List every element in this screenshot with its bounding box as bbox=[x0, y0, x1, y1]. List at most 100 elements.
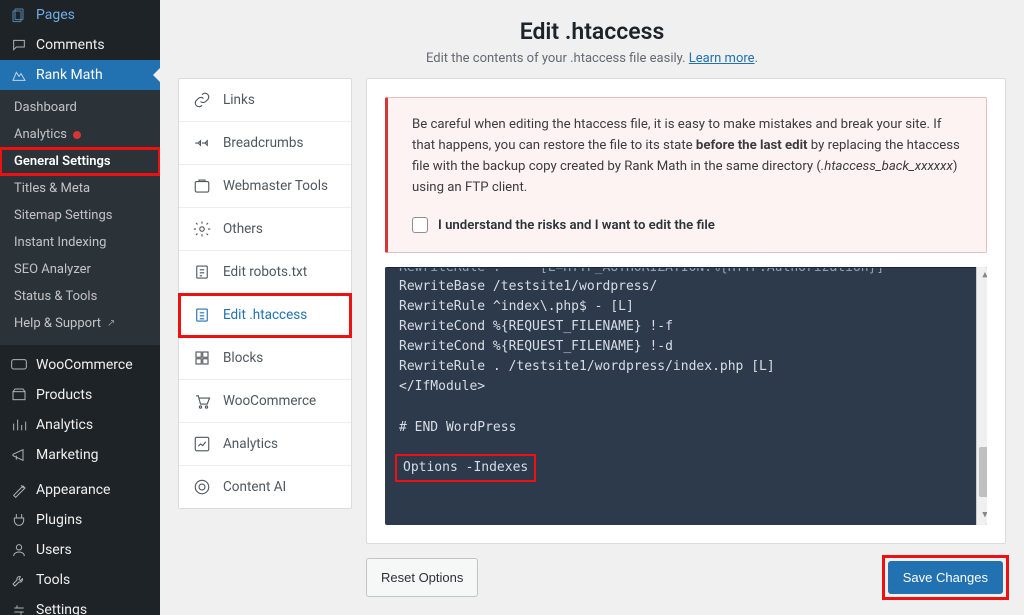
menu-woocommerce[interactable]: WooCommerce bbox=[0, 350, 160, 380]
tab-others[interactable]: Others bbox=[179, 208, 351, 251]
submenu-instant-indexing[interactable]: Instant Indexing bbox=[0, 229, 160, 256]
analytics-icon bbox=[10, 417, 28, 433]
analytics-tab-icon bbox=[193, 435, 211, 453]
footer-actions: Reset Options Save Changes bbox=[366, 544, 1006, 597]
menu-label: Products bbox=[36, 387, 92, 403]
tab-woocommerce[interactable]: WooCommerce bbox=[179, 380, 351, 423]
consent-checkbox[interactable] bbox=[412, 217, 428, 233]
tab-breadcrumbs[interactable]: Breadcrumbs bbox=[179, 122, 351, 165]
settings-tabs: Links Breadcrumbs Webmaster Tools Others… bbox=[178, 78, 352, 509]
textarea-scrollbar[interactable]: ▲▼ bbox=[976, 267, 987, 525]
page-title: Edit .htaccess bbox=[180, 18, 1004, 45]
save-changes-button[interactable]: Save Changes bbox=[888, 561, 1003, 594]
page-subtitle: Edit the contents of your .htaccess file… bbox=[180, 51, 1004, 66]
menu-products[interactable]: Products bbox=[0, 380, 160, 410]
scrollbar-thumb[interactable] bbox=[979, 447, 987, 497]
submenu-label: Dashboard bbox=[14, 100, 77, 115]
menu-rank-math[interactable]: Rank Math bbox=[0, 60, 160, 90]
menu-marketing[interactable]: Marketing bbox=[0, 440, 160, 470]
notification-dot bbox=[73, 131, 81, 139]
submenu-general-settings[interactable]: General Settings bbox=[0, 148, 160, 175]
submenu-dashboard[interactable]: Dashboard bbox=[0, 94, 160, 121]
reset-options-button[interactable]: Reset Options bbox=[366, 558, 478, 597]
subtitle-text: Edit the contents of your .htaccess file… bbox=[426, 51, 689, 66]
external-link-icon: ↗ bbox=[107, 318, 115, 329]
content-ai-icon bbox=[193, 478, 211, 496]
webmaster-icon bbox=[193, 177, 211, 195]
submenu-label: Help & Support bbox=[14, 316, 101, 331]
pages-icon bbox=[10, 7, 28, 23]
scroll-up-arrow[interactable]: ▲ bbox=[977, 269, 987, 283]
links-icon bbox=[193, 91, 211, 109]
tab-analytics[interactable]: Analytics bbox=[179, 423, 351, 466]
tab-edit-robots[interactable]: Edit robots.txt bbox=[179, 251, 351, 294]
menu-settings[interactable]: Settings bbox=[0, 595, 160, 615]
tab-label: Analytics bbox=[223, 436, 278, 452]
tab-label: Content AI bbox=[223, 479, 286, 495]
appearance-icon bbox=[10, 482, 28, 498]
consent-label[interactable]: I understand the risks and I want to edi… bbox=[438, 215, 715, 236]
scroll-down-arrow[interactable]: ▼ bbox=[977, 509, 987, 523]
tab-label: Webmaster Tools bbox=[223, 178, 328, 194]
menu-users[interactable]: Users bbox=[0, 535, 160, 565]
code-line: RewriteCond %{REQUEST_FILENAME} !-d bbox=[399, 339, 673, 354]
learn-more-link[interactable]: Learn more bbox=[689, 51, 755, 66]
tab-label: Others bbox=[223, 221, 263, 237]
tab-edit-htaccess[interactable]: Edit .htaccess bbox=[179, 294, 351, 337]
tab-content-ai[interactable]: Content AI bbox=[179, 466, 351, 508]
menu-analytics[interactable]: Analytics bbox=[0, 410, 160, 440]
menu-pages[interactable]: Pages bbox=[0, 0, 160, 30]
submenu-titles-meta[interactable]: Titles & Meta bbox=[0, 175, 160, 202]
menu-label: WooCommerce bbox=[36, 357, 133, 373]
menu-plugins[interactable]: Plugins bbox=[0, 505, 160, 535]
menu-label: Comments bbox=[36, 37, 105, 53]
submenu-label: SEO Analyzer bbox=[14, 262, 91, 277]
tab-blocks[interactable]: Blocks bbox=[179, 337, 351, 380]
subtitle-text: . bbox=[755, 51, 758, 66]
code-line: RewriteRule . - [L=HTTP_AUTHORIZATION:%{… bbox=[399, 267, 884, 275]
submenu-label: Status & Tools bbox=[14, 289, 97, 304]
rank-math-icon bbox=[10, 67, 28, 83]
tab-label: Blocks bbox=[223, 350, 263, 366]
rank-math-submenu: Dashboard Analytics General Settings Tit… bbox=[0, 90, 160, 345]
submenu-label: Instant Indexing bbox=[14, 235, 106, 250]
submenu-status-tools[interactable]: Status & Tools bbox=[0, 283, 160, 310]
tab-label: Links bbox=[223, 92, 255, 108]
products-icon bbox=[10, 387, 28, 403]
tab-label: Edit robots.txt bbox=[223, 264, 307, 280]
menu-appearance[interactable]: Appearance bbox=[0, 475, 160, 505]
code-line-highlighted: Options -Indexes bbox=[399, 458, 532, 478]
htaccess-icon bbox=[193, 306, 211, 324]
save-highlight: Save Changes bbox=[885, 558, 1006, 597]
submenu-sitemap-settings[interactable]: Sitemap Settings bbox=[0, 202, 160, 229]
settings-icon bbox=[10, 602, 28, 615]
blocks-icon bbox=[193, 349, 211, 367]
menu-label: Tools bbox=[36, 572, 70, 588]
submenu-seo-analyzer[interactable]: SEO Analyzer bbox=[0, 256, 160, 283]
code-line: RewriteCond %{REQUEST_FILENAME} !-f bbox=[399, 319, 673, 334]
tab-label: WooCommerce bbox=[223, 393, 316, 409]
tab-webmaster-tools[interactable]: Webmaster Tools bbox=[179, 165, 351, 208]
htaccess-editor-card: Be careful when editing the htaccess fil… bbox=[366, 78, 1006, 544]
main-content: Edit .htaccess Edit the contents of your… bbox=[160, 0, 1024, 615]
settings-panel: Be careful when editing the htaccess fil… bbox=[366, 78, 1006, 597]
submenu-help-support[interactable]: Help & Support ↗ bbox=[0, 310, 160, 337]
warning-box: Be careful when editing the htaccess fil… bbox=[385, 97, 987, 253]
menu-label: Settings bbox=[36, 602, 87, 615]
cart-icon bbox=[193, 392, 211, 410]
comments-icon bbox=[10, 37, 28, 53]
robots-icon bbox=[193, 263, 211, 281]
submenu-label: Sitemap Settings bbox=[14, 208, 113, 223]
page-header: Edit .htaccess Edit the contents of your… bbox=[160, 0, 1024, 78]
menu-tools[interactable]: Tools bbox=[0, 565, 160, 595]
code-line: RewriteRule . /testsite1/wordpress/index… bbox=[399, 359, 775, 374]
code-line: </IfModule> bbox=[399, 379, 485, 394]
tab-links[interactable]: Links bbox=[179, 79, 351, 122]
tools-icon bbox=[10, 572, 28, 588]
submenu-analytics[interactable]: Analytics bbox=[0, 121, 160, 148]
htaccess-textarea[interactable]: RewriteRule . - [L=HTTP_AUTHORIZATION:%{… bbox=[385, 267, 987, 525]
marketing-icon bbox=[10, 447, 28, 463]
submenu-label: General Settings bbox=[14, 154, 111, 169]
menu-comments[interactable]: Comments bbox=[0, 30, 160, 60]
code-line: RewriteBase /testsite1/wordpress/ bbox=[399, 279, 657, 294]
